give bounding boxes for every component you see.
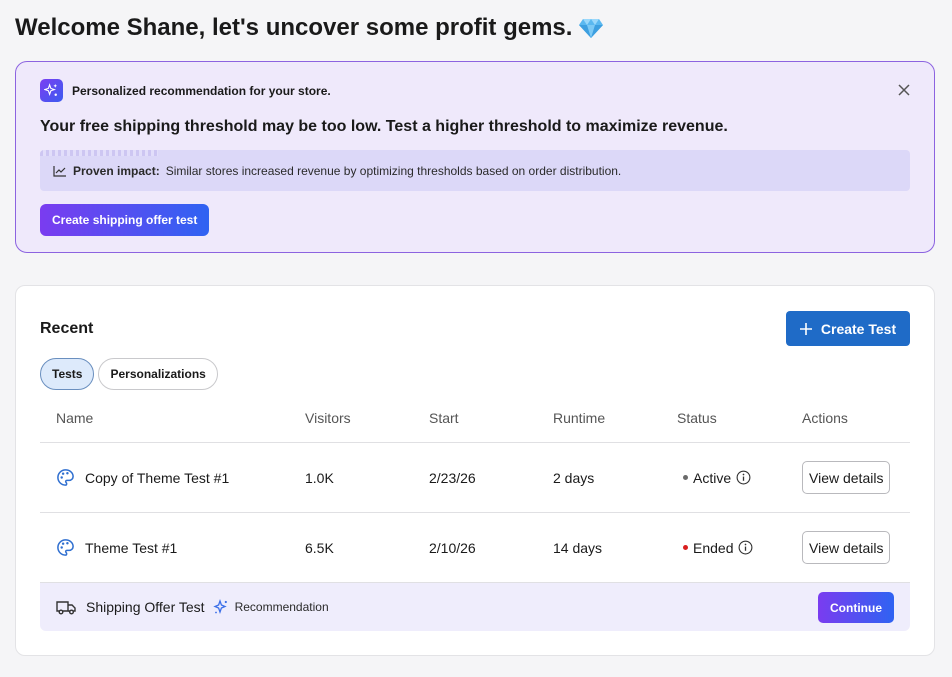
tests-table: Name Visitors Start Runtime Status Actio… [40, 394, 910, 631]
row-name: Theme Test #1 [85, 539, 178, 556]
sparkles-icon [212, 599, 227, 614]
page-title: Welcome Shane, let's uncover some profit… [15, 14, 604, 42]
column-header-actions: Actions [802, 410, 848, 426]
table-header: Name Visitors Start Runtime Status Actio… [40, 394, 910, 443]
recommendation-tag: Recommendation [212, 599, 329, 615]
recommendation-label: Personalized recommendation for your sto… [72, 83, 331, 98]
create-test-button[interactable]: Create Test [786, 311, 910, 346]
proven-impact-banner: Proven impact: Similar stores increased … [40, 150, 910, 191]
row-name-cell: Theme Test #1 [40, 538, 305, 557]
recommendation-tag-label: Recommendation [234, 600, 329, 614]
row-name: Copy of Theme Test #1 [85, 469, 230, 486]
tab-personalizations[interactable]: Personalizations [98, 358, 218, 390]
row-visitors: 1.0K [305, 469, 334, 486]
column-header-start: Start [429, 410, 459, 426]
recommendation-row-name-cell: Shipping Offer Test [40, 599, 205, 615]
view-details-button[interactable]: View details [802, 461, 891, 494]
row-name-cell: Copy of Theme Test #1 [40, 468, 305, 487]
status-dot [683, 475, 688, 480]
page-title-text: Welcome Shane, let's uncover some profit… [15, 14, 573, 41]
decorative-stripe [40, 150, 158, 156]
sparkles-icon [40, 79, 63, 102]
tabs: Tests Personalizations [40, 358, 218, 390]
truck-icon [56, 601, 76, 615]
status-badge: Ended [677, 540, 802, 556]
row-visitors: 6.5K [305, 539, 334, 556]
recent-card: Recent Create Test Tests Personalization… [15, 285, 935, 656]
palette-icon [57, 539, 74, 556]
column-header-visitors: Visitors [305, 410, 351, 426]
view-details-button[interactable]: View details [802, 531, 891, 564]
status-badge: Active [677, 470, 802, 486]
row-runtime: 2 days [553, 469, 595, 486]
table-row[interactable]: Theme Test #1 6.5K 2/10/26 14 days Ended… [40, 513, 910, 583]
column-header-status: Status [677, 410, 717, 426]
row-actions: View details [802, 531, 910, 564]
impact-text: Similar stores increased revenue by opti… [165, 163, 622, 178]
recommendation-card: Personalized recommendation for your sto… [15, 61, 935, 253]
continue-button[interactable]: Continue [818, 592, 894, 623]
plus-icon [799, 322, 812, 335]
info-icon[interactable] [738, 540, 753, 555]
info-icon[interactable] [736, 470, 751, 485]
row-actions: View details [802, 461, 910, 494]
row-start: 2/10/26 [429, 539, 476, 556]
recommendation-header: Personalized recommendation for your sto… [40, 79, 331, 102]
create-shipping-offer-test-button[interactable]: Create shipping offer test [40, 204, 210, 236]
row-status: Ended [693, 539, 734, 556]
recommendation-row[interactable]: Shipping Offer Test Recommendation Conti… [40, 583, 910, 631]
palette-icon [57, 469, 74, 486]
gem-icon [579, 19, 604, 38]
column-header-name: Name [56, 410, 94, 426]
tab-tests[interactable]: Tests [40, 358, 95, 390]
row-runtime: 14 days [553, 539, 603, 556]
impact-label: Proven impact: [73, 163, 160, 178]
column-header-runtime: Runtime [553, 410, 606, 426]
table-row[interactable]: Copy of Theme Test #1 1.0K 2/23/26 2 day… [40, 443, 910, 513]
recent-title: Recent [40, 320, 94, 337]
close-icon[interactable] [896, 82, 912, 98]
row-start: 2/23/26 [429, 469, 476, 486]
row-status: Active [693, 469, 732, 486]
recommendation-headline: Your free shipping threshold may be too … [40, 118, 728, 135]
status-dot [683, 545, 688, 550]
create-test-label: Create Test [820, 320, 897, 337]
trend-chart-icon [53, 165, 66, 177]
recommendation-row-name: Shipping Offer Test [86, 599, 205, 615]
